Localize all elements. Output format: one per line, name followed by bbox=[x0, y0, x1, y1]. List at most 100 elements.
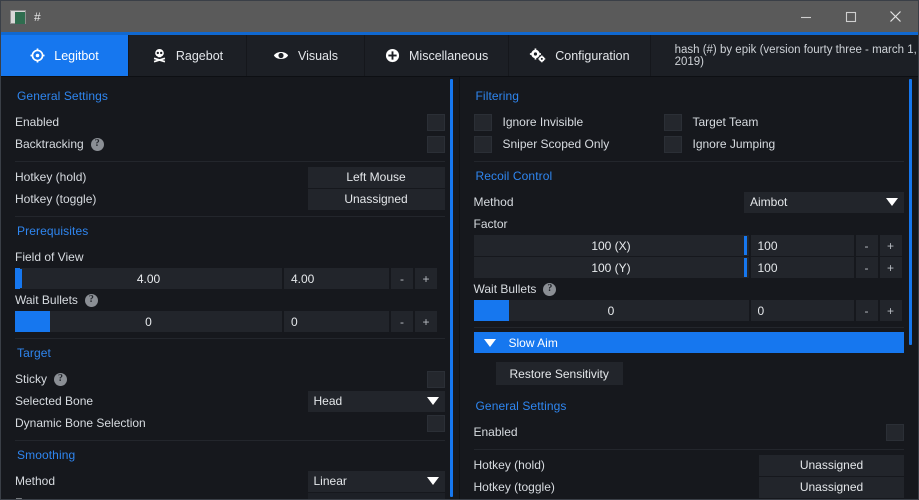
recoil-wait-bullets-decrement-button[interactable]: - bbox=[856, 300, 878, 321]
row-dynamic-bone-selection[interactable]: Dynamic Bone Selection bbox=[15, 412, 445, 434]
slider-field-of-view[interactable]: 4.00 bbox=[15, 268, 282, 289]
field-of-view-increment-button[interactable]: + bbox=[415, 268, 437, 289]
recoil-method-dropdown[interactable]: Aimbot bbox=[744, 192, 904, 213]
slider-wait-bullets[interactable]: 0 bbox=[15, 311, 282, 332]
slider-value-text: 100 (Y) bbox=[591, 261, 630, 275]
help-icon[interactable]: ? bbox=[85, 294, 98, 307]
right-hotkey-toggle-field[interactable]: Unassigned bbox=[759, 477, 904, 498]
checkbox-dynamic-bone-selection[interactable] bbox=[427, 415, 445, 432]
chevron-down-icon bbox=[427, 397, 439, 405]
row-recoil-wait-bullets-controls: 0 0 - + bbox=[474, 300, 905, 321]
wait-bullets-input[interactable]: 0 bbox=[284, 311, 389, 332]
checkbox-row[interactable]: Sniper Scoped Only bbox=[474, 133, 664, 155]
slider-handle[interactable] bbox=[744, 258, 747, 277]
row-field-of-view-label: Field of View bbox=[15, 246, 445, 268]
row-hotkey-hold[interactable]: Hotkey (hold) Left Mouse bbox=[15, 166, 445, 188]
recoil-factor-y-input[interactable]: 100 bbox=[751, 257, 854, 278]
row-backtracking[interactable]: Backtracking ? bbox=[15, 133, 445, 155]
right-hotkey-hold-field[interactable]: Unassigned bbox=[759, 455, 904, 476]
tab-label: Visuals bbox=[298, 49, 338, 63]
label-smoothing-factor: Factor bbox=[15, 496, 49, 499]
recoil-factor-x-increment-button[interactable]: + bbox=[880, 235, 902, 256]
label-recoil-wait-bullets: Wait Bullets bbox=[474, 282, 537, 296]
field-of-view-input[interactable]: 4.00 bbox=[284, 268, 389, 289]
recoil-factor-y-increment-button[interactable]: + bbox=[880, 257, 902, 278]
app-window-icon bbox=[10, 10, 26, 24]
row-recoil-factor-y: 100 (Y) 100 - + bbox=[474, 257, 905, 278]
chevron-down-icon bbox=[427, 477, 439, 485]
filter-ignore-jumping[interactable]: Ignore Jumping bbox=[664, 133, 854, 155]
recoil-wait-bullets-input[interactable]: 0 bbox=[751, 300, 854, 321]
checkbox-sticky[interactable] bbox=[427, 371, 445, 388]
slider-handle[interactable] bbox=[19, 269, 22, 288]
hotkey-hold-field[interactable]: Left Mouse bbox=[308, 167, 445, 188]
slow-aim-label: Slow Aim bbox=[509, 336, 558, 350]
tab-configuration[interactable]: Configuration bbox=[509, 35, 650, 76]
right-panel-scrollbar[interactable] bbox=[909, 79, 912, 345]
checkbox-target-team[interactable] bbox=[664, 114, 682, 131]
checkbox-ignore-invisible[interactable] bbox=[474, 114, 492, 131]
restore-sensitivity-button[interactable]: Restore Sensitivity bbox=[496, 362, 623, 385]
divider bbox=[15, 338, 445, 339]
checkbox-sniper-scoped-only[interactable] bbox=[474, 136, 492, 153]
tab-miscellaneous[interactable]: Miscellaneous bbox=[365, 35, 509, 76]
filter-target-team[interactable]: Target Team bbox=[664, 111, 854, 133]
row-enabled[interactable]: Enabled bbox=[15, 111, 445, 133]
row-smoothing-factor: Factor bbox=[15, 492, 445, 499]
filter-ignore-invisible[interactable]: Ignore Invisible bbox=[474, 111, 664, 133]
tab-visuals[interactable]: Visuals bbox=[247, 35, 365, 76]
smoothing-factor-field[interactable] bbox=[308, 493, 445, 500]
filter-sniper-scoped-only[interactable]: Sniper Scoped Only bbox=[474, 133, 664, 155]
smoothing-method-dropdown[interactable]: Linear bbox=[308, 471, 445, 492]
collapsible-slow-aim[interactable]: Slow Aim bbox=[474, 332, 905, 353]
slider-recoil-wait-bullets[interactable]: 0 bbox=[474, 300, 749, 321]
row-wait-bullets-controls: 0 0 - + bbox=[15, 311, 445, 332]
label-recoil-method: Method bbox=[474, 195, 514, 209]
checkbox-right-enabled[interactable] bbox=[886, 424, 904, 441]
slider-recoil-factor-x[interactable]: 100 (X) bbox=[474, 235, 749, 256]
label-ignore-invisible: Ignore Invisible bbox=[503, 115, 584, 129]
label-hotkey-toggle: Hotkey (toggle) bbox=[15, 192, 96, 206]
row-right-hotkey-toggle[interactable]: Hotkey (toggle) Unassigned bbox=[474, 476, 905, 498]
eye-icon bbox=[273, 48, 289, 63]
recoil-factor-x-input[interactable]: 100 bbox=[751, 235, 854, 256]
checkbox-row[interactable]: Target Team bbox=[664, 111, 854, 133]
slider-recoil-factor-y[interactable]: 100 (Y) bbox=[474, 257, 749, 278]
checkbox-enabled[interactable] bbox=[427, 114, 445, 131]
recoil-factor-x-decrement-button[interactable]: - bbox=[856, 235, 878, 256]
row-sticky[interactable]: Sticky ? bbox=[15, 368, 445, 390]
recoil-factor-y-decrement-button[interactable]: - bbox=[856, 257, 878, 278]
maximize-icon[interactable] bbox=[828, 1, 873, 32]
plus-circle-icon bbox=[385, 48, 400, 63]
label-wait-bullets: Wait Bullets bbox=[15, 293, 78, 307]
selected-bone-dropdown[interactable]: Head bbox=[308, 391, 445, 412]
divider bbox=[15, 161, 445, 162]
recoil-wait-bullets-increment-button[interactable]: + bbox=[880, 300, 902, 321]
checkbox-backtracking[interactable] bbox=[427, 136, 445, 153]
left-panel-scrollbar[interactable] bbox=[450, 79, 453, 497]
help-icon[interactable]: ? bbox=[91, 138, 104, 151]
row-smoothing-method[interactable]: Method Linear bbox=[15, 470, 445, 492]
tab-ragebot[interactable]: Ragebot bbox=[129, 35, 247, 76]
checkbox-ignore-jumping[interactable] bbox=[664, 136, 682, 153]
row-right-hotkey-hold[interactable]: Hotkey (hold) Unassigned bbox=[474, 454, 905, 476]
chevron-down-icon bbox=[484, 339, 496, 347]
row-right-enabled[interactable]: Enabled bbox=[474, 421, 905, 443]
divider bbox=[474, 327, 905, 328]
hotkey-toggle-field[interactable]: Unassigned bbox=[308, 189, 445, 210]
row-selected-bone[interactable]: Selected Bone Head bbox=[15, 390, 445, 412]
help-icon[interactable]: ? bbox=[54, 373, 67, 386]
field-of-view-decrement-button[interactable]: - bbox=[391, 268, 413, 289]
wait-bullets-increment-button[interactable]: + bbox=[415, 311, 437, 332]
slider-handle[interactable] bbox=[744, 236, 747, 255]
legitbot-right-panel: Filtering Ignore Invisible Target Team bbox=[460, 77, 919, 499]
close-icon[interactable] bbox=[873, 1, 918, 32]
wait-bullets-decrement-button[interactable]: - bbox=[391, 311, 413, 332]
tab-legitbot[interactable]: Legitbot bbox=[1, 35, 129, 76]
checkbox-row[interactable]: Ignore Invisible bbox=[474, 111, 664, 133]
row-recoil-method[interactable]: Method Aimbot bbox=[474, 191, 905, 213]
checkbox-row[interactable]: Ignore Jumping bbox=[664, 133, 854, 155]
row-hotkey-toggle[interactable]: Hotkey (toggle) Unassigned bbox=[15, 188, 445, 210]
minimize-icon[interactable] bbox=[783, 1, 828, 32]
help-icon[interactable]: ? bbox=[543, 283, 556, 296]
